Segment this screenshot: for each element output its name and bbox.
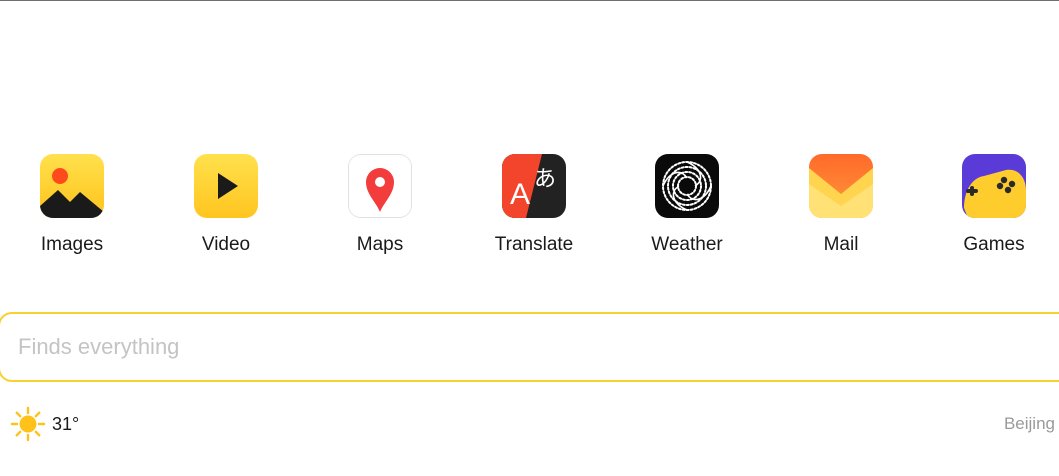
service-label: Images [40, 234, 104, 255]
service-translate[interactable]: A あ Translate [479, 154, 589, 264]
service-video[interactable]: Video [171, 154, 281, 264]
service-images[interactable]: Images [17, 154, 127, 264]
search-input[interactable] [18, 314, 1018, 380]
svg-text:A: A [510, 178, 530, 211]
svg-text:あ: あ [534, 167, 556, 192]
service-label: Games [963, 234, 1025, 255]
service-label: Mail [823, 234, 859, 255]
city-link[interactable]: Beijing [1004, 414, 1055, 434]
weather-widget[interactable]: 31° [10, 405, 79, 443]
maps-icon [348, 154, 412, 218]
sun-icon [10, 406, 46, 442]
images-icon [40, 154, 104, 218]
top-border [0, 0, 1059, 1]
service-label: Translate [494, 234, 574, 255]
service-label: Video [201, 234, 251, 255]
service-maps[interactable]: Maps [325, 154, 435, 264]
temperature: 31° [52, 413, 80, 434]
services-row: Images Video Maps A あ Translate Weather … [0, 154, 1059, 264]
games-icon [962, 154, 1026, 218]
search-box[interactable] [0, 312, 1059, 382]
service-weather[interactable]: Weather [632, 154, 742, 264]
service-mail[interactable]: Mail [786, 154, 896, 264]
weather-icon [655, 154, 719, 218]
mail-icon [809, 154, 873, 218]
service-label: Maps [356, 234, 404, 255]
service-label: Weather [651, 234, 723, 255]
translate-icon: A あ [502, 154, 566, 218]
video-icon [194, 154, 258, 218]
service-games[interactable]: Games [939, 154, 1049, 264]
